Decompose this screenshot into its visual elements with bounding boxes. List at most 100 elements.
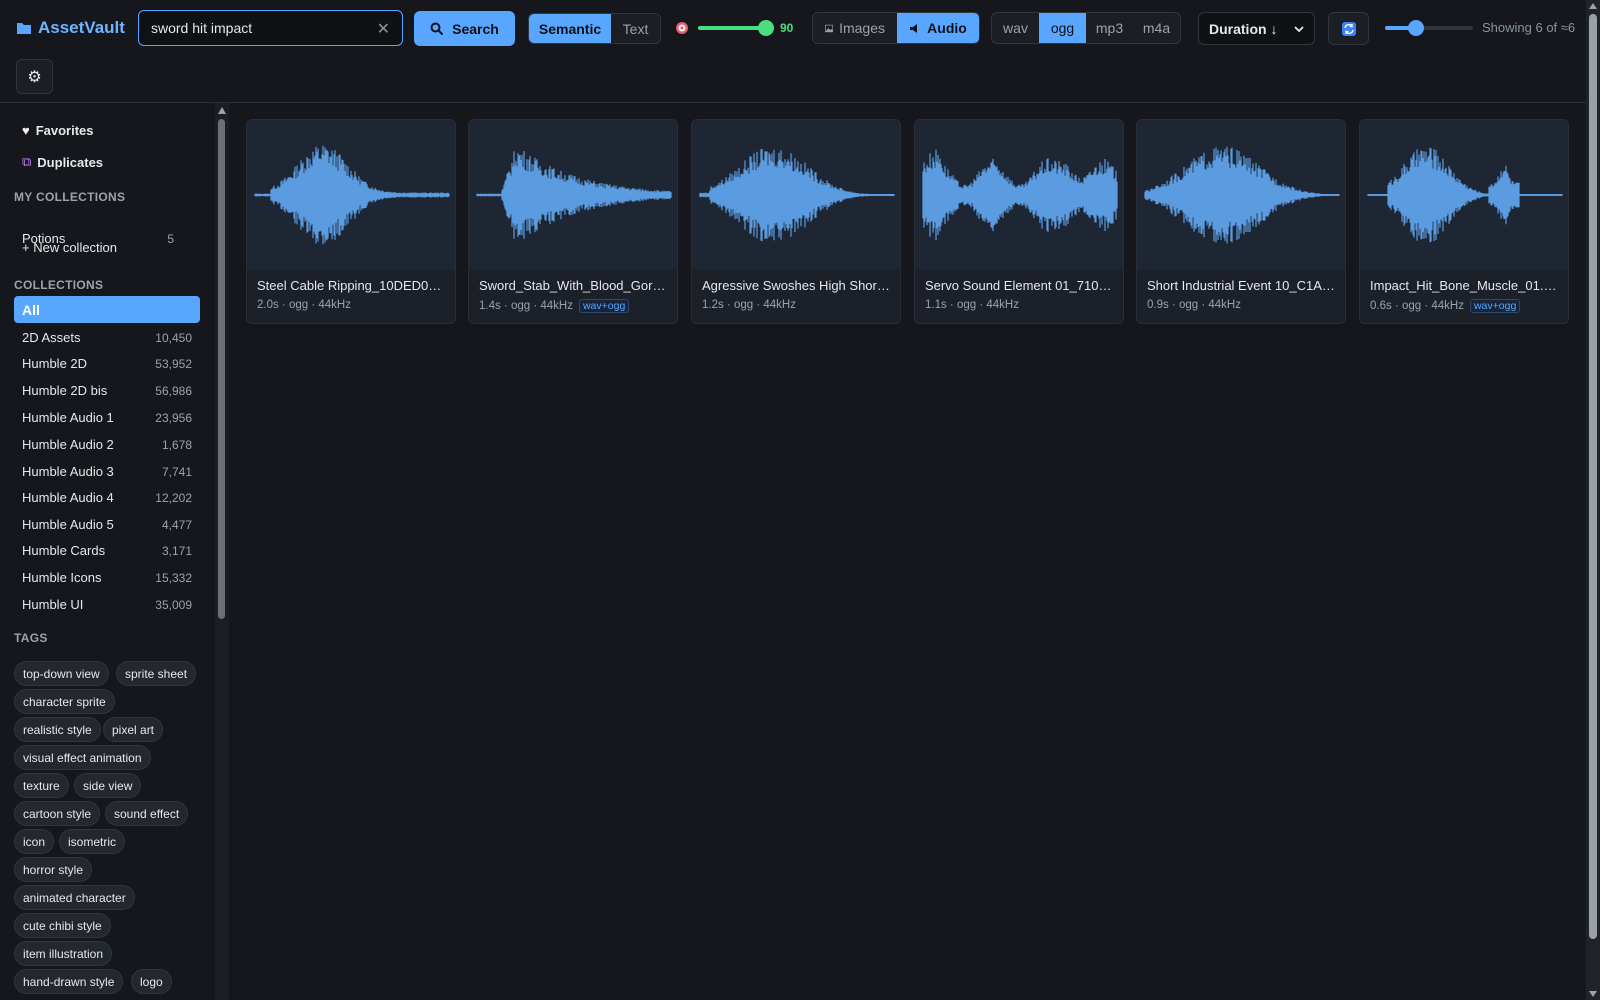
collection-name: Humble 2D bis: [22, 383, 108, 398]
threshold-slider-handle[interactable]: [758, 20, 775, 36]
sidebar-scroll-thumb[interactable]: [218, 119, 225, 619]
sidebar-collection-item[interactable]: Humble Audio 3 7,741: [14, 458, 200, 485]
tag-chip[interactable]: pixel art: [103, 717, 164, 742]
scroll-down-arrow[interactable]: [1589, 991, 1597, 997]
format-filter: wav ogg mp3 m4a: [991, 12, 1181, 44]
asset-meta-text: 1.1s · ogg · 44kHz: [925, 299, 1019, 311]
media-audio-label: Audio: [927, 20, 967, 36]
waveform-preview[interactable]: [915, 120, 1123, 270]
tag-chip[interactable]: isometric: [59, 829, 126, 854]
tag-chip[interactable]: animated character: [14, 885, 135, 910]
sidebar-collection-item[interactable]: Humble Icons 15,332: [14, 564, 200, 591]
sidebar-item-favorites[interactable]: ♥ Favorites: [22, 123, 94, 138]
size-slider-handle[interactable]: [1407, 20, 1424, 36]
format-m4a-button[interactable]: m4a: [1133, 13, 1180, 43]
asset-card[interactable]: Impact_Hit_Bone_Muscle_01.ogg 0.6s · ogg …: [1359, 119, 1569, 324]
scroll-up-arrow[interactable]: [1589, 3, 1597, 9]
collection-count: 23,956: [155, 410, 192, 425]
waveform-preview[interactable]: [1360, 120, 1568, 270]
asset-meta: 0.6s · ogg · 44kHz wav+ogg: [1370, 299, 1521, 313]
mode-text-button[interactable]: Text: [611, 14, 660, 43]
results-count: Showing 6 of ≈6: [1482, 20, 1576, 35]
search-input[interactable]: [151, 20, 366, 36]
tag-chip[interactable]: texture: [14, 773, 69, 798]
sidebar-collection-item[interactable]: Humble Cards 3,171: [14, 537, 200, 564]
favorites-label: Favorites: [35, 123, 94, 138]
settings-button[interactable]: ⚙: [16, 59, 53, 94]
collection-count: 10,450: [155, 330, 192, 345]
top-toolbar: AssetVault ✕ Search Semantic Text 90 Ima…: [0, 0, 1586, 103]
refresh-button[interactable]: [1328, 12, 1369, 45]
tag-chip[interactable]: visual effect animation: [14, 745, 151, 770]
sidebar-collection-item[interactable]: Humble 2D bis 56,986: [14, 377, 200, 404]
tag-chip[interactable]: cartoon style: [14, 801, 101, 826]
search-box[interactable]: ✕: [138, 10, 403, 46]
asset-card[interactable]: Short Industrial Event 10_C1AC2... 0.9s ·…: [1136, 119, 1346, 324]
asset-card[interactable]: Servo Sound Element 01_7104E... 1.1s · og…: [914, 119, 1124, 324]
collection-name: Humble Audio 5: [22, 517, 114, 532]
media-audio-button[interactable]: Audio: [897, 13, 979, 43]
app-name: AssetVault: [38, 18, 125, 37]
media-images-button[interactable]: Images: [813, 13, 897, 43]
collection-count: 35,009: [155, 597, 192, 612]
format-ogg-button[interactable]: ogg: [1039, 13, 1086, 43]
media-images-label: Images: [839, 20, 885, 36]
tag-chip[interactable]: character sprite: [14, 689, 115, 714]
tag-chip[interactable]: logo: [131, 969, 172, 994]
sidebar-collection-item[interactable]: Humble Audio 4 12,202: [14, 484, 200, 511]
sidebar-item-duplicates[interactable]: ⧉ Duplicates: [22, 154, 103, 170]
tags-heading: TAGS: [14, 631, 48, 645]
waveform-preview[interactable]: [247, 120, 455, 270]
threshold-value: 90: [780, 21, 794, 35]
asset-meta: 2.0s · ogg · 44kHz: [257, 299, 351, 311]
tag-chip[interactable]: sound effect: [105, 801, 189, 826]
format-mp3-button[interactable]: mp3: [1086, 13, 1133, 43]
new-collection-link[interactable]: + New collection: [22, 240, 117, 255]
waveform-preview[interactable]: [692, 120, 900, 270]
tag-chip[interactable]: icon: [14, 829, 55, 854]
sidebar-collection-item[interactable]: All: [14, 296, 200, 323]
threshold-slider[interactable]: [698, 20, 775, 36]
tag-chip[interactable]: horror style: [14, 857, 93, 882]
tag-chip[interactable]: hand-drawn style: [14, 969, 124, 994]
collection-name: Humble UI: [22, 597, 84, 612]
tag-chip[interactable]: top-down view: [14, 661, 109, 686]
sidebar-collection-item[interactable]: Humble 2D 53,952: [14, 350, 200, 377]
waveform-graphic: [1367, 147, 1563, 243]
clear-search-icon[interactable]: ✕: [377, 19, 390, 39]
sort-select[interactable]: Duration ↓: [1198, 12, 1315, 45]
waveform-preview[interactable]: [1137, 120, 1345, 270]
asset-card[interactable]: Steel Cable Ripping_10DED02C_... 2.0s · o…: [246, 119, 456, 324]
asset-card[interactable]: Sword_Stab_With_Blood_Gore_0... 1.4s · og…: [468, 119, 678, 324]
tag-chip[interactable]: item illustration: [14, 941, 113, 966]
sidebar-collection-item[interactable]: Humble Audio 5 4,477: [14, 511, 200, 538]
search-button-label: Search: [452, 20, 499, 37]
page-scroll-thumb[interactable]: [1589, 14, 1597, 939]
sidebar-collection-item[interactable]: 2D Assets 10,450: [14, 324, 200, 351]
refresh-icon: [1341, 21, 1356, 36]
tag-chip[interactable]: realistic style: [14, 717, 101, 742]
tag-chip[interactable]: cute chibi style: [14, 913, 111, 938]
tag-chip[interactable]: side view: [74, 773, 142, 798]
waveform-preview[interactable]: [469, 120, 677, 270]
results-grid: Steel Cable Ripping_10DED02C_... 2.0s · o…: [229, 103, 1586, 1000]
tag-chip[interactable]: sprite sheet: [116, 661, 197, 686]
sidebar-scrollbar[interactable]: [215, 103, 229, 1000]
my-collections-heading: MY COLLECTIONS: [14, 190, 126, 204]
format-wav-button[interactable]: wav: [992, 13, 1039, 43]
thumbnail-size-slider[interactable]: [1385, 20, 1473, 36]
collection-count: 7,741: [161, 464, 192, 479]
mode-semantic-button[interactable]: Semantic: [529, 14, 611, 43]
sidebar-collection-item[interactable]: Humble UI 35,009: [14, 591, 200, 618]
collection-count: 56,986: [155, 383, 192, 398]
collection-name: Humble Icons: [22, 570, 102, 585]
sidebar-collection-item[interactable]: Humble Audio 2 1,678: [14, 431, 200, 458]
asset-card[interactable]: Agressive Swoshes High Short 4... 1.2s · …: [691, 119, 901, 324]
asset-meta: 0.9s · ogg · 44kHz: [1147, 299, 1241, 311]
sidebar-collection-item[interactable]: Humble Audio 1 23,956: [14, 404, 200, 431]
app-logo[interactable]: AssetVault: [16, 18, 125, 38]
search-button[interactable]: Search: [414, 11, 515, 46]
waveform-graphic: [922, 149, 1118, 241]
scroll-up-arrow[interactable]: [218, 107, 226, 114]
page-scrollbar[interactable]: [1586, 0, 1600, 1000]
